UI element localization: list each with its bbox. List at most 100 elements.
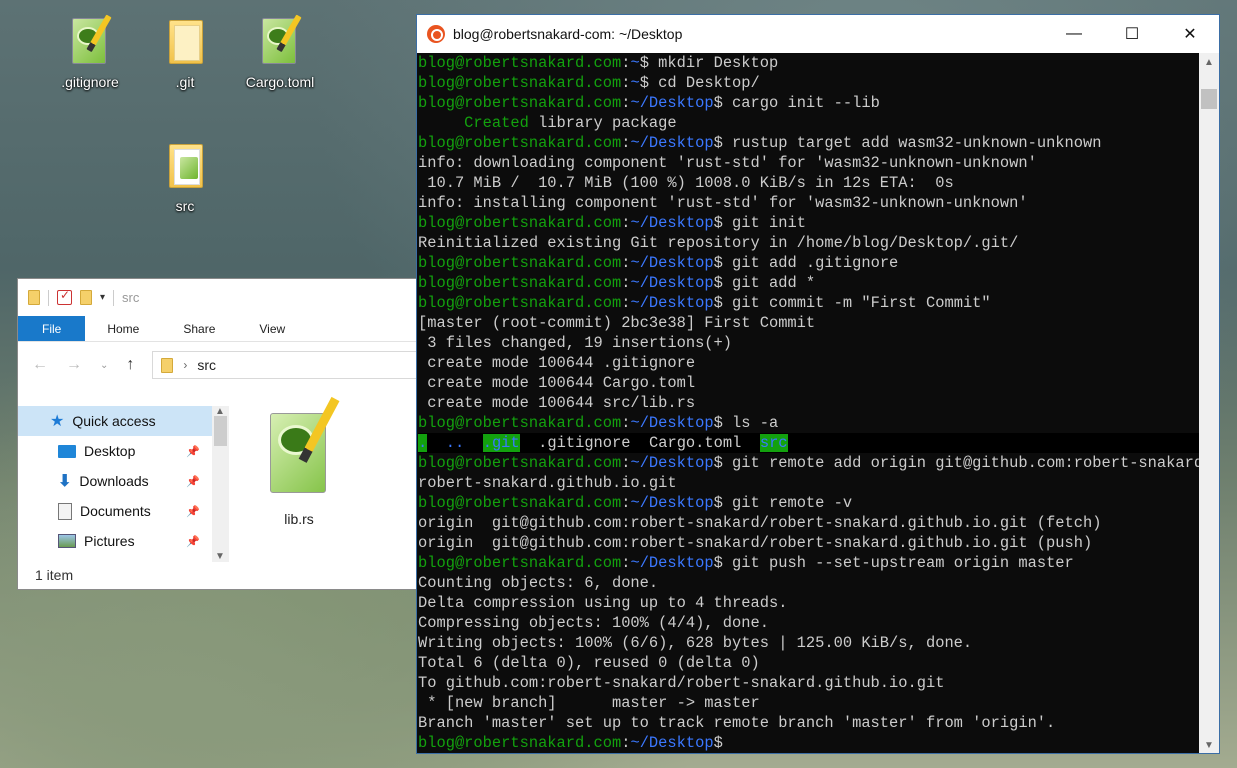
close-button[interactable]: ✕ — [1161, 15, 1219, 53]
terminal-line: blog@robertsnakard.com:~/Desktop$ cargo … — [418, 93, 1201, 113]
prompt-path: ~/Desktop — [630, 494, 714, 512]
tab-file[interactable]: File — [18, 316, 86, 341]
prompt-user: blog@robertsnakard.com — [418, 554, 622, 572]
minimize-button[interactable]: — — [1045, 15, 1103, 53]
desktop-icon-gitignore[interactable]: .gitignore — [48, 14, 132, 90]
prompt-user: blog@robertsnakard.com — [418, 94, 622, 112]
file-name: lib.rs — [284, 511, 314, 527]
sidebar-item-pictures[interactable]: Pictures 📌 — [18, 526, 212, 556]
ls-gap — [631, 434, 649, 452]
documents-icon — [58, 502, 72, 520]
ls-entry: .git — [482, 434, 520, 452]
ls-gap — [427, 434, 445, 452]
breadcrumb[interactable]: src — [197, 357, 216, 373]
back-arrow-icon[interactable]: ← — [32, 356, 48, 374]
prompt-user: blog@robertsnakard.com — [418, 74, 622, 92]
terminal-line: blog@robertsnakard.com:~/Desktop$ rustup… — [418, 133, 1201, 153]
terminal-line: blog@robertsnakard.com:~/Desktop$ — [418, 733, 1201, 753]
ls-entry: src — [759, 434, 788, 452]
command-text: $ git push --set-upstream origin master — [713, 554, 1074, 572]
command-text: $ git init — [713, 214, 806, 232]
chevron-right-icon[interactable]: › — [183, 358, 187, 372]
terminal-line: Compressing objects: 100% (4/4), done. — [418, 613, 1201, 633]
prompt-user: blog@robertsnakard.com — [418, 134, 622, 152]
desktop-icon-label: Cargo.toml — [245, 74, 315, 90]
sidebar-item-documents[interactable]: Documents 📌 — [18, 496, 212, 526]
nav-scrollbar[interactable]: ▲ ▼ — [212, 406, 229, 562]
notepad-file-icon — [256, 14, 304, 68]
sidebar-item-quick-access[interactable]: ★ Quick access — [18, 406, 212, 436]
terminal-line: [master (root-commit) 2bc3e38] First Com… — [418, 313, 1201, 333]
sidebar-item-desktop[interactable]: Desktop 📌 — [18, 436, 212, 466]
command-text: $ cd Desktop/ — [639, 74, 760, 92]
terminal-output[interactable]: blog@robertsnakard.com:~$ mkdir Desktop b… — [417, 53, 1201, 753]
prompt-path: ~/Desktop — [630, 214, 714, 232]
terminal-line: . .. .git .gitignore Cargo.toml src — [418, 433, 1201, 453]
desktop-icon-cargo-toml[interactable]: Cargo.toml — [238, 14, 322, 90]
terminal-line: blog@robertsnakard.com:~/Desktop$ git re… — [418, 453, 1201, 473]
notepad-file-icon — [66, 14, 114, 68]
desktop-icon-git[interactable]: .git — [143, 16, 227, 90]
pin-icon[interactable]: 📌 — [186, 475, 200, 488]
scroll-up-icon[interactable]: ▲ — [1204, 57, 1214, 68]
terminal-line: 10.7 MiB / 10.7 MiB (100 %) 1008.0 KiB/s… — [418, 173, 1201, 193]
forward-arrow-icon[interactable]: → — [66, 356, 82, 374]
new-folder-icon[interactable] — [80, 290, 92, 305]
recent-dropdown-icon[interactable]: ⌄ — [100, 360, 108, 371]
terminal-line: info: downloading component 'rust-std' f… — [418, 153, 1201, 173]
pin-icon[interactable]: 📌 — [186, 535, 200, 548]
prompt-user: blog@robertsnakard.com — [418, 54, 622, 72]
ls-entry: . — [418, 434, 428, 452]
terminal-window: blog@robertsnakard-com: ~/Desktop — ☐ ✕ … — [416, 14, 1220, 754]
explorer-title: src — [122, 290, 140, 305]
terminal-line: Total 6 (delta 0), reused 0 (delta 0) — [418, 653, 1201, 673]
prompt-user: blog@robertsnakard.com — [418, 274, 622, 292]
address-bar-row: ← → ⌄ ↑ › src — [18, 342, 416, 388]
maximize-button[interactable]: ☐ — [1103, 15, 1161, 53]
command-text: $ rustup target add wasm32-unknown-unkno… — [713, 134, 1102, 152]
terminal-line: origin git@github.com:robert-snakard/rob… — [418, 533, 1201, 553]
pin-icon[interactable]: 📌 — [186, 445, 200, 458]
terminal-line: * [new branch] master -> master — [418, 693, 1201, 713]
ls-gap — [464, 434, 482, 452]
prompt-path: ~ — [630, 54, 640, 72]
properties-icon[interactable] — [57, 288, 72, 305]
terminal-scrollbar[interactable]: ▲ ▼ — [1199, 53, 1219, 753]
scroll-down-icon[interactable]: ▼ — [1204, 740, 1214, 751]
quick-access-dropdown-icon[interactable]: ▾ — [100, 292, 105, 303]
tab-view[interactable]: View — [237, 316, 307, 341]
output-status: Created — [418, 114, 529, 132]
scroll-down-icon[interactable]: ▼ — [215, 551, 225, 562]
ls-entry: .. — [445, 434, 465, 452]
desktop-icon — [58, 444, 76, 458]
desktop-icon-src[interactable]: src — [143, 140, 227, 214]
scroll-thumb[interactable] — [1201, 89, 1217, 109]
ubuntu-icon — [427, 25, 445, 43]
tab-share[interactable]: Share — [161, 316, 237, 341]
terminal-line: Reinitialized existing Git repository in… — [418, 233, 1201, 253]
terminal-line: blog@robertsnakard.com:~/Desktop$ git ad… — [418, 273, 1201, 293]
folder-icon — [28, 290, 40, 305]
prompt-user: blog@robertsnakard.com — [418, 214, 622, 232]
up-arrow-icon[interactable]: ↑ — [126, 356, 134, 374]
desktop-icon-label: .gitignore — [61, 74, 119, 90]
command-text: $ git remote -v — [713, 494, 853, 512]
address-bar[interactable]: › src — [152, 351, 416, 379]
prompt-user: blog@robertsnakard.com — [418, 254, 622, 272]
prompt-path: ~/Desktop — [630, 294, 714, 312]
scroll-thumb[interactable] — [214, 416, 227, 446]
output-text: info: downloading component 'rust-std' f… — [418, 154, 1037, 172]
output-text: create mode 100644 .gitignore — [418, 354, 696, 372]
output-text: robert-snakard.github.io.git — [418, 474, 677, 492]
prompt-path: ~/Desktop — [630, 554, 714, 572]
pin-icon[interactable]: 📌 — [186, 505, 200, 518]
prompt-user: blog@robertsnakard.com — [418, 294, 622, 312]
output-text: Reinitialized existing Git repository in… — [418, 234, 1019, 252]
folder-icon — [161, 140, 209, 192]
terminal-line: blog@robertsnakard.com:~/Desktop$ git ad… — [418, 253, 1201, 273]
output-text: Counting objects: 6, done. — [418, 574, 659, 592]
tab-home[interactable]: Home — [85, 316, 161, 341]
folder-icon — [161, 357, 174, 373]
sidebar-item-downloads[interactable]: ⬇ Downloads 📌 — [18, 466, 212, 496]
file-item-lib-rs[interactable]: lib.rs — [244, 396, 354, 527]
